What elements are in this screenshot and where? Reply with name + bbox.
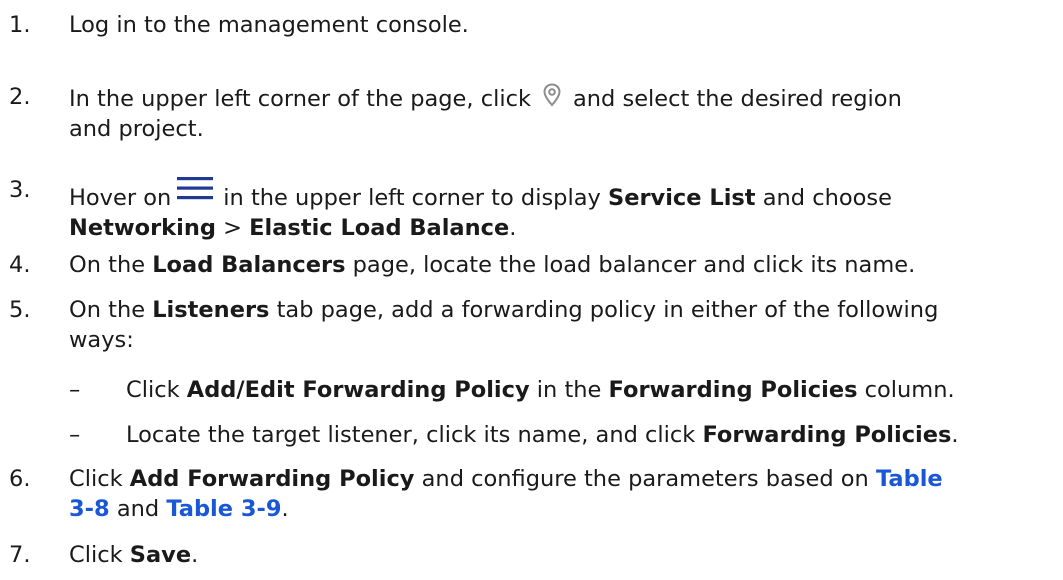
step-text: In the upper left corner of the page, cl… [69, 82, 1063, 144]
table-3-8-link[interactable]: Table [876, 466, 943, 492]
bullet-dash: – [69, 377, 81, 403]
step-number: 1. [9, 12, 31, 38]
substep-text: Locate the target listener, click its na… [126, 422, 959, 448]
step-number: 6. [9, 466, 31, 492]
procedure-steps: 1. Log in to the management console. 2. … [0, 0, 1063, 580]
table-3-8-link-cont[interactable]: 3-8 [69, 496, 110, 522]
step-text: Log in to the management console. [69, 12, 469, 38]
step-text: On the Load Balancers page, locate the l… [69, 252, 916, 278]
step-text: Click Save. [69, 542, 199, 568]
location-pin-icon [539, 82, 565, 108]
step-text: On the Listeners tab page, add a forward… [69, 297, 939, 353]
step-number: 4. [9, 252, 31, 278]
step-text: Click Add Forwarding Policy and configur… [69, 466, 943, 522]
step-number: 2. [9, 84, 31, 110]
step-number: 3. [9, 177, 31, 203]
step-number: 5. [9, 297, 31, 323]
substep-text: Click Add/Edit Forwarding Policy in the … [126, 377, 955, 403]
step-text: Hover on in the upper left corner to disp… [69, 175, 1063, 243]
table-3-9-link[interactable]: Table 3-9 [166, 496, 281, 522]
menu-icon [177, 175, 214, 201]
bullet-dash: – [69, 422, 81, 448]
step-number: 7. [9, 542, 31, 568]
